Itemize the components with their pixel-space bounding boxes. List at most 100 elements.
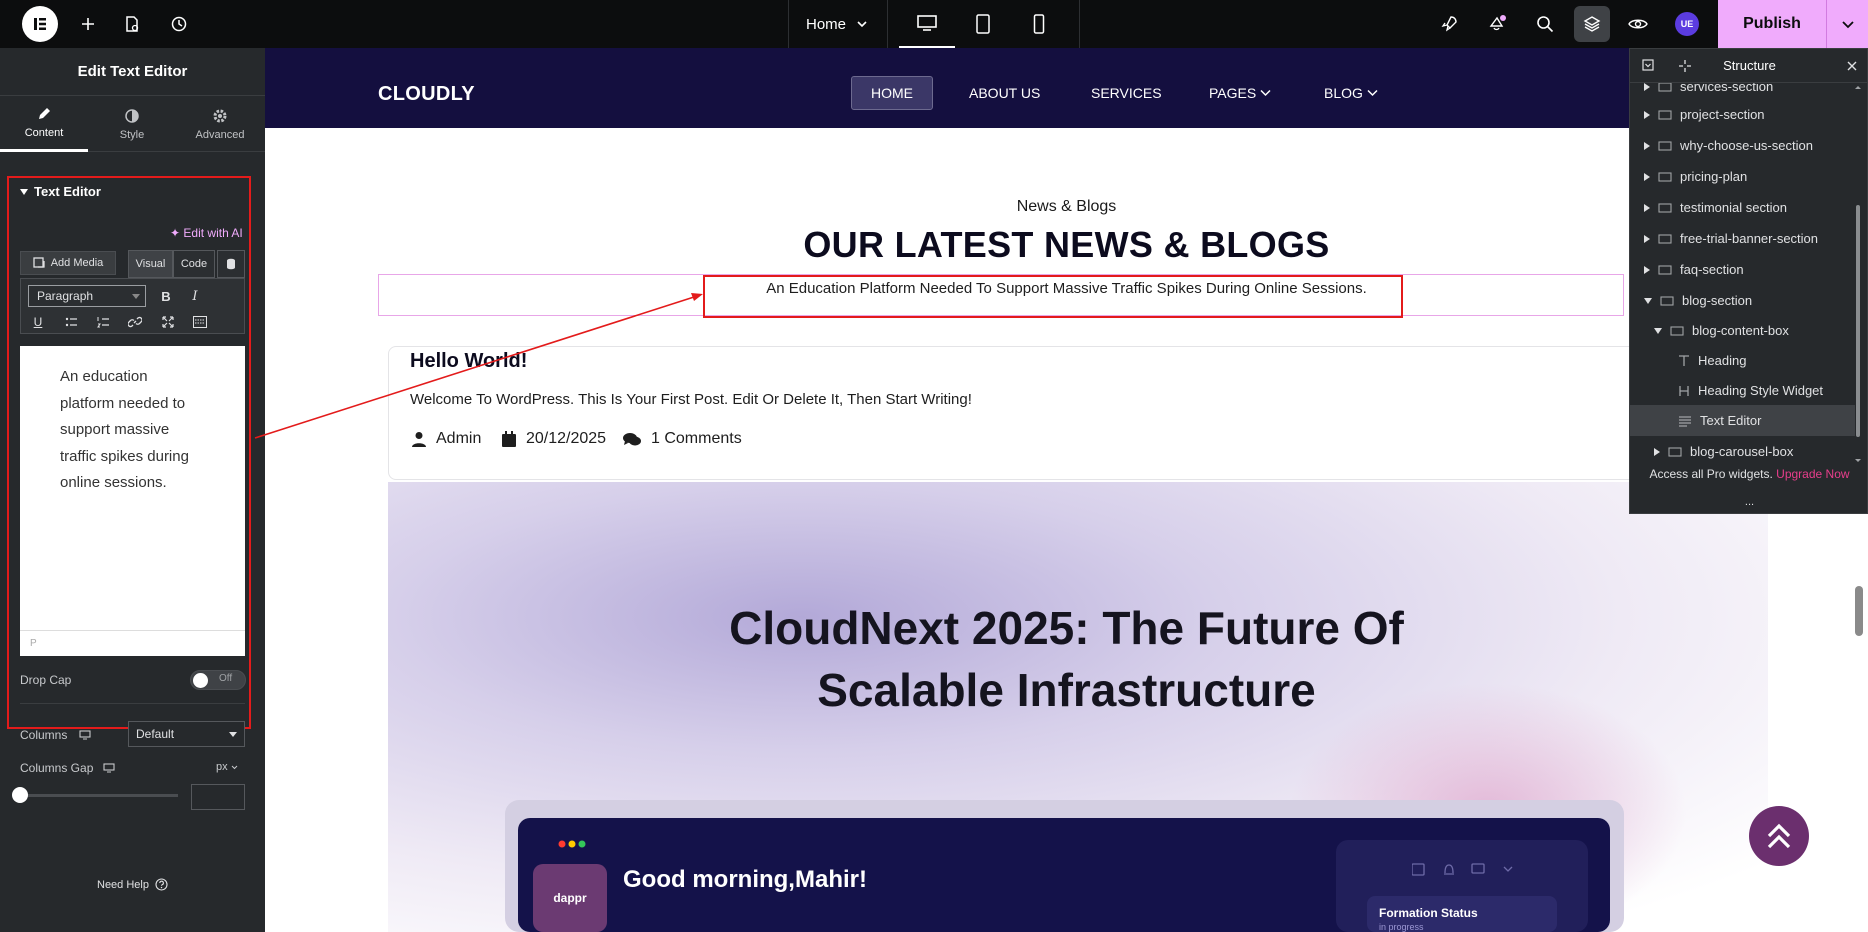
- nav-item-services[interactable]: SERVICES: [1091, 85, 1162, 101]
- container-icon: [1658, 171, 1672, 182]
- upgrade-now-link[interactable]: Upgrade Now: [1776, 467, 1849, 481]
- columns-value: Default: [136, 727, 175, 741]
- columns-select[interactable]: Default: [128, 721, 245, 747]
- structure-panel: Structure services-section project-secti…: [1629, 48, 1868, 514]
- tree-label: services-section: [1680, 83, 1774, 94]
- nav-item-pages[interactable]: PAGES: [1209, 85, 1271, 101]
- tab-advanced[interactable]: Advanced: [176, 96, 264, 152]
- tree-item[interactable]: testimonial section: [1630, 192, 1855, 223]
- tree-item[interactable]: free-trial-banner-section: [1630, 223, 1855, 254]
- featured-title-line: Scalable Infrastructure: [817, 664, 1316, 716]
- site-header: CLOUDLY HOME ABOUT US SERVICES PAGES BLO…: [265, 48, 1868, 128]
- nav-item-about[interactable]: ABOUT US: [969, 85, 1040, 101]
- format-select[interactable]: Paragraph: [28, 285, 146, 307]
- columns-gap-input[interactable]: [191, 784, 245, 810]
- tab-content[interactable]: Content: [0, 96, 88, 152]
- layers-icon[interactable]: [1568, 0, 1616, 48]
- italic-button[interactable]: I: [183, 284, 207, 308]
- tab-style[interactable]: Style: [88, 96, 176, 152]
- preview-eye-icon[interactable]: [1614, 0, 1662, 48]
- nav-item-home[interactable]: HOME: [871, 85, 913, 101]
- search-icon[interactable]: [1521, 0, 1569, 48]
- tab-label: Content: [24, 127, 64, 139]
- publish-button[interactable]: Publish: [1718, 0, 1826, 48]
- mobile-view-button[interactable]: [1011, 0, 1067, 48]
- collapse-all-icon[interactable]: [1642, 59, 1654, 71]
- history-icon[interactable]: [155, 0, 203, 48]
- structure-scrollbar[interactable]: [1855, 85, 1861, 465]
- tab-label: Advanced: [195, 128, 245, 141]
- editor-content[interactable]: An education platform needed to support …: [60, 364, 200, 497]
- page-scrollbar-thumb[interactable]: [1855, 586, 1863, 636]
- tree-item[interactable]: pricing-plan: [1630, 161, 1855, 192]
- elementor-logo-icon[interactable]: [22, 6, 58, 42]
- tab-visual[interactable]: Visual: [128, 250, 173, 278]
- post-author[interactable]: Admin: [412, 430, 481, 448]
- section-toggle-text-editor[interactable]: Text Editor: [20, 184, 101, 199]
- scroll-to-top-button[interactable]: [1749, 806, 1809, 866]
- add-media-button[interactable]: Add Media: [20, 251, 116, 275]
- unit-selector[interactable]: px: [216, 761, 238, 773]
- chevron-down-icon: [1841, 21, 1854, 29]
- post-excerpt: Welcome To WordPress. This Is Your First…: [410, 391, 972, 408]
- elementor-editor: { "topbar": { "page_name": "Home", "publ…: [0, 0, 1868, 932]
- nav-item-blog[interactable]: BLOG: [1324, 85, 1378, 101]
- desktop-icon[interactable]: [103, 763, 115, 773]
- need-help-link[interactable]: Need Help: [0, 878, 265, 891]
- site-logo[interactable]: CLOUDLY: [378, 83, 475, 106]
- tree-item[interactable]: Heading Style Widget: [1630, 375, 1855, 406]
- container-icon: [1658, 264, 1672, 275]
- tree-item[interactable]: Heading: [1630, 345, 1855, 376]
- tree-item[interactable]: project-section: [1630, 99, 1855, 130]
- tree-label: Heading: [1698, 353, 1747, 368]
- post-title[interactable]: Hello World!: [410, 350, 527, 373]
- caret-right-icon: [1654, 447, 1660, 456]
- desktop-view-button[interactable]: [899, 0, 955, 48]
- link-icon[interactable]: [123, 310, 147, 334]
- tree-item[interactable]: faq-section: [1630, 254, 1855, 285]
- tree-label: Text Editor: [1700, 413, 1762, 428]
- tree-item-selected[interactable]: Text Editor: [1630, 405, 1855, 436]
- featured-title: CloudNext 2025: The Future Of Scalable I…: [265, 597, 1868, 721]
- slider-handle[interactable]: [12, 787, 28, 803]
- tree-item[interactable]: blog-content-box: [1630, 315, 1855, 346]
- tablet-view-button[interactable]: [955, 0, 1011, 48]
- drop-cap-toggle[interactable]: Off: [190, 670, 246, 690]
- toolbar-toggle-icon[interactable]: [188, 310, 212, 334]
- rocket-icon[interactable]: [1425, 0, 1473, 48]
- ai-sparkle-icon[interactable]: [1678, 59, 1692, 73]
- close-icon[interactable]: [1847, 61, 1857, 71]
- user-avatar[interactable]: UE: [1675, 12, 1699, 36]
- caret-down-icon: [1654, 327, 1662, 334]
- divider: [887, 0, 888, 48]
- tree-item[interactable]: blog-section: [1630, 285, 1855, 316]
- database-icon[interactable]: [217, 250, 245, 278]
- tab-code[interactable]: Code: [173, 250, 215, 278]
- rich-text-editor[interactable]: An education platform needed to support …: [20, 346, 245, 656]
- caret-down-icon: [1644, 297, 1652, 304]
- bullet-list-icon[interactable]: [59, 310, 83, 334]
- resize-handle[interactable]: ...: [1630, 497, 1868, 508]
- columns-gap-slider[interactable]: [20, 794, 178, 797]
- bold-button[interactable]: B: [154, 284, 178, 308]
- tree-item[interactable]: why-choose-us-section: [1630, 130, 1855, 161]
- top-bar: Home UE Publish: [0, 0, 1868, 48]
- section-subheading[interactable]: An Education Platform Needed To Support …: [265, 280, 1868, 297]
- add-element-icon[interactable]: [64, 0, 112, 48]
- edit-with-ai-button[interactable]: ✦ Edit with AI: [170, 226, 243, 240]
- numbered-list-icon[interactable]: [91, 310, 115, 334]
- comments-icon: [623, 432, 641, 445]
- help-icon: [155, 878, 168, 891]
- tree-item[interactable]: blog-carousel-box: [1630, 436, 1855, 463]
- page-settings-icon[interactable]: [108, 0, 156, 48]
- post-comments[interactable]: 1 Comments: [623, 430, 742, 448]
- underline-button[interactable]: U: [26, 310, 50, 334]
- publish-options-button[interactable]: [1826, 0, 1868, 48]
- page-selector[interactable]: Home: [806, 0, 868, 48]
- author-name: Admin: [436, 430, 482, 447]
- divider: [1079, 0, 1080, 48]
- window-dots-icon: [558, 840, 586, 848]
- fullscreen-icon[interactable]: [156, 310, 180, 334]
- desktop-icon[interactable]: [79, 730, 91, 740]
- announcements-icon[interactable]: [1473, 0, 1521, 48]
